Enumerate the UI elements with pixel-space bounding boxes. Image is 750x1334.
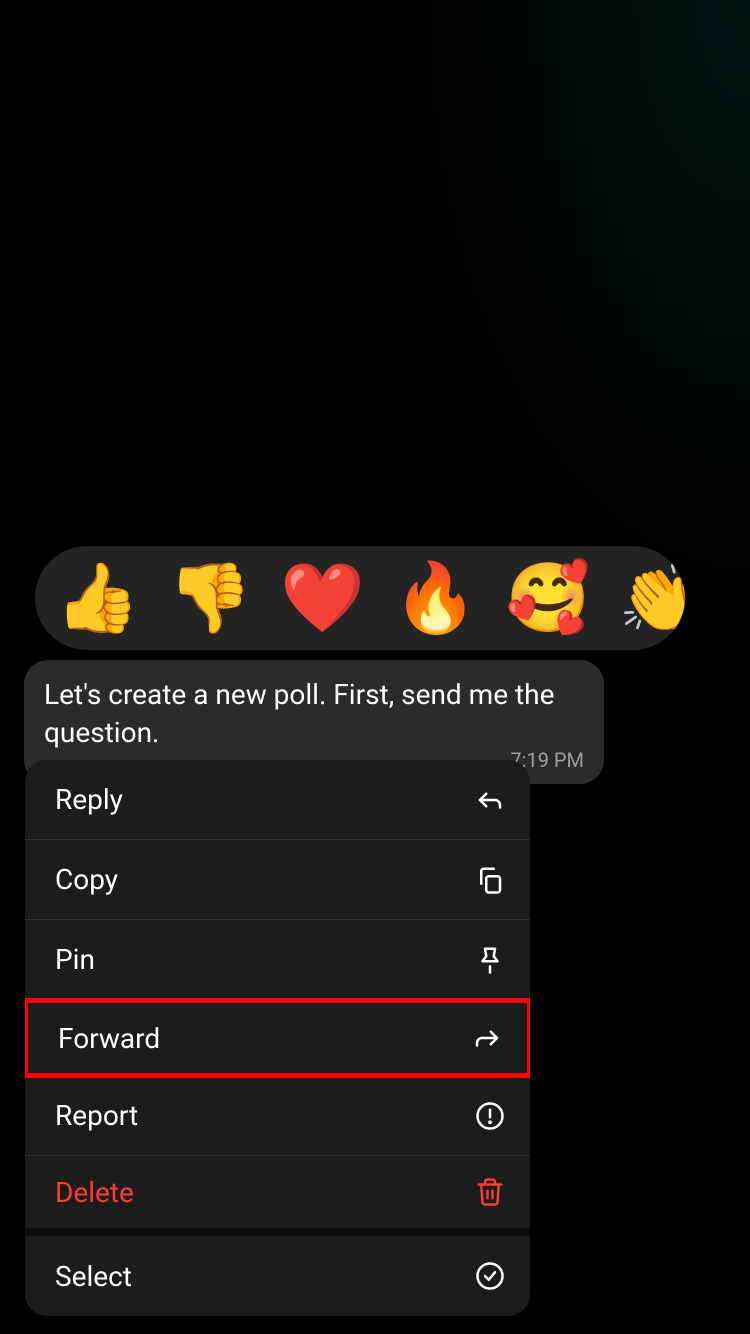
copy-icon (474, 864, 506, 896)
reaction-fire[interactable]: 🔥 (393, 564, 478, 632)
menu-label-delete: Delete (55, 1176, 134, 1209)
reactions-bar: 👍 👎 ❤️ 🔥 🥰 👏 😁 (35, 546, 685, 650)
menu-item-reply[interactable]: Reply (25, 760, 530, 840)
reaction-thumbs-down[interactable]: 👎 (168, 564, 253, 632)
reaction-clap[interactable]: 👏 (618, 564, 685, 632)
menu-label-pin: Pin (55, 943, 95, 976)
menu-item-forward[interactable]: Forward (25, 998, 530, 1078)
reaction-thumbs-up[interactable]: 👍 (55, 564, 140, 632)
pin-icon (474, 944, 506, 976)
trash-icon (474, 1176, 506, 1208)
select-icon (474, 1260, 506, 1292)
message-text: Let's create a new poll. First, send me … (44, 676, 584, 752)
forward-icon (471, 1022, 503, 1054)
menu-item-report[interactable]: Report (25, 1076, 530, 1156)
menu-item-select[interactable]: Select (25, 1236, 530, 1316)
menu-label-report: Report (55, 1099, 138, 1132)
menu-item-copy[interactable]: Copy (25, 840, 530, 920)
menu-label-copy: Copy (55, 863, 118, 896)
menu-item-delete[interactable]: Delete (25, 1156, 530, 1236)
menu-item-pin[interactable]: Pin (25, 920, 530, 1000)
reaction-heart[interactable]: ❤️ (280, 564, 365, 632)
menu-label-select: Select (55, 1260, 132, 1293)
report-icon (474, 1100, 506, 1132)
reply-icon (474, 784, 506, 816)
context-menu: Reply Copy Pin Forward (25, 760, 530, 1316)
menu-label-reply: Reply (55, 783, 123, 816)
menu-label-forward: Forward (58, 1022, 160, 1055)
reaction-smiling-hearts[interactable]: 🥰 (506, 564, 591, 632)
